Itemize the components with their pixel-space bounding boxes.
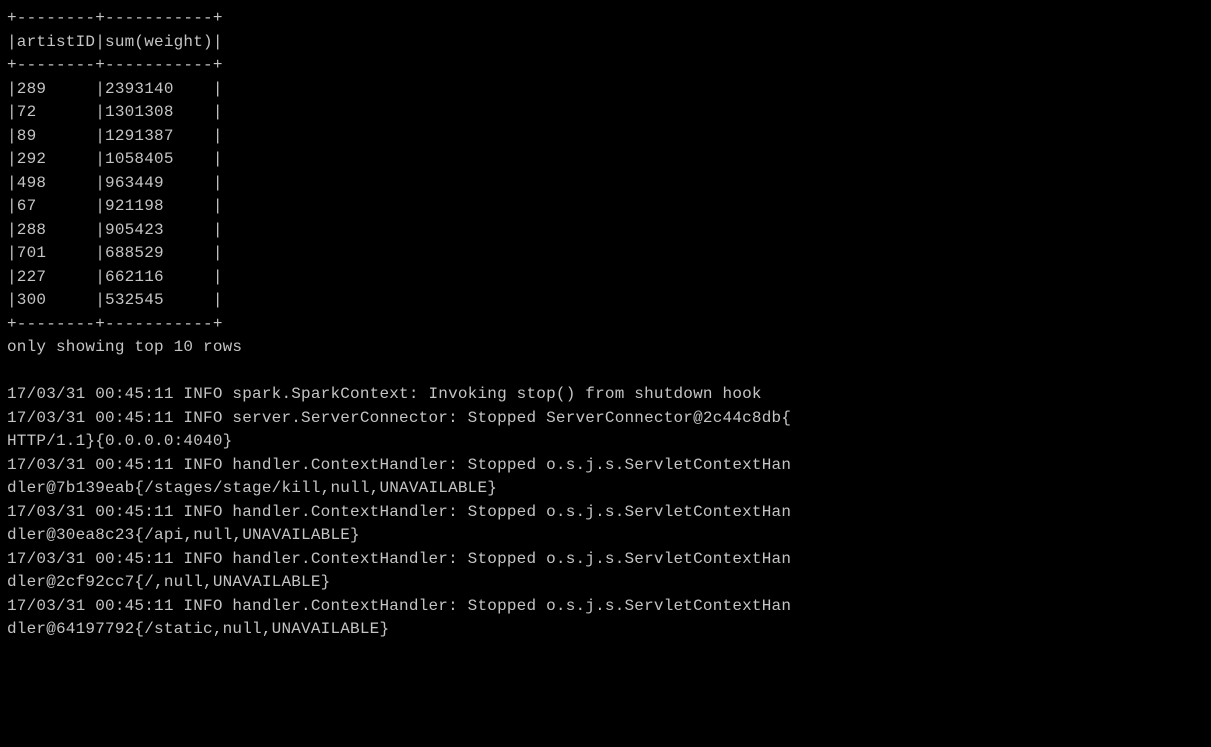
table-border-header: +--------+-----------+ xyxy=(7,56,223,74)
log-line: dler@30ea8c23{/api,null,UNAVAILABLE} xyxy=(7,526,360,544)
table-row: |289 |2393140 | xyxy=(7,79,223,98)
table-row: |227 |662116 | xyxy=(7,267,223,286)
table-border-bottom: +--------+-----------+ xyxy=(7,314,223,333)
table-row: |292 |1058405 | xyxy=(7,150,223,168)
log-line: dler@64197792{/static,null,UNAVAILABLE} xyxy=(7,620,390,638)
log-line: 17/03/31 00:45:11 INFO handler.ContextHa… xyxy=(7,502,792,521)
log-line: HTTP/1.1}{0.0.0.0:4040} xyxy=(7,432,233,450)
log-line: 17/03/31 00:45:11 INFO server.ServerConn… xyxy=(7,408,792,427)
table-row: |701 |688529 | xyxy=(7,244,223,262)
log-line: 17/03/31 00:45:11 INFO handler.ContextHa… xyxy=(7,549,792,568)
table-footer-note: only showing top 10 rows xyxy=(7,338,243,356)
log-line: 17/03/31 00:45:11 INFO handler.ContextHa… xyxy=(7,455,792,474)
log-line: 17/03/31 00:45:11 INFO spark.SparkContex… xyxy=(7,385,762,403)
table-row: |67 |921198 | xyxy=(7,197,223,215)
log-line: dler@2cf92cc7{/,null,UNAVAILABLE} xyxy=(7,573,331,591)
log-line: dler@7b139eab{/stages/stage/kill,null,UN… xyxy=(7,479,498,497)
terminal-window[interactable]: +--------+-----------+ |artistID|sum(wei… xyxy=(0,0,1211,747)
table-border-top: +--------+-----------+ xyxy=(7,9,223,27)
table-header-row: |artistID|sum(weight)| xyxy=(7,32,223,51)
log-line: 17/03/31 00:45:11 INFO handler.ContextHa… xyxy=(7,596,792,615)
table-row: |300 |532545 | xyxy=(7,291,223,309)
table-row: |288 |905423 | xyxy=(7,220,223,239)
table-row: |89 |1291387 | xyxy=(7,126,223,145)
table-row: |498 |963449 | xyxy=(7,173,223,192)
table-row: |72 |1301308 | xyxy=(7,103,223,121)
